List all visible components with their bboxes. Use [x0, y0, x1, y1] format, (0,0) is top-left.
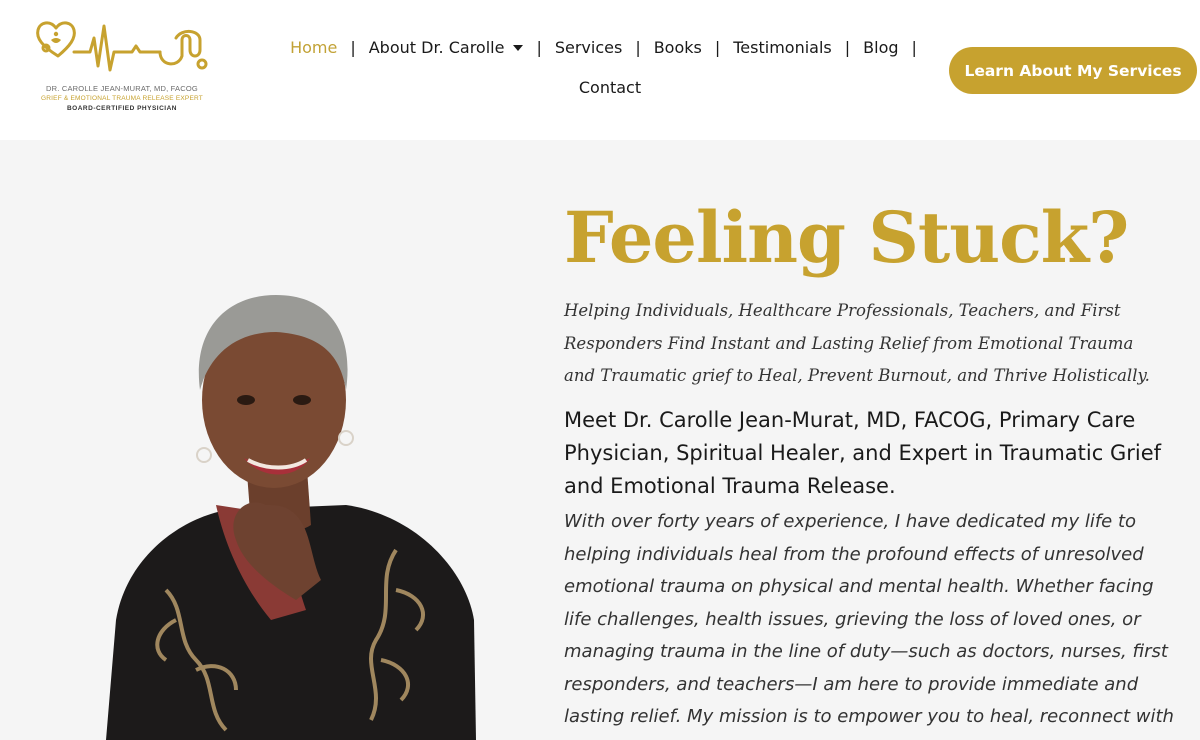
- nav-item-services[interactable]: Services: [555, 38, 622, 57]
- hero-subtitle: Helping Individuals, Healthcare Professi…: [564, 301, 1150, 385]
- nav-row-2: Contact: [290, 78, 930, 97]
- nav-item-contact[interactable]: Contact: [579, 78, 641, 97]
- hero-title: Feeling Stuck?: [564, 196, 1129, 279]
- site-logo[interactable]: DR. CAROLLE JEAN-MURAT, MD, FACOG GRIEF …: [32, 18, 212, 116]
- hero-body-text: With over forty years of experience, I h…: [564, 511, 1174, 727]
- nav-item-blog[interactable]: Blog: [863, 38, 898, 57]
- logo-name-text: DR. CAROLLE JEAN-MURAT, MD, FACOG: [46, 84, 198, 93]
- learn-about-services-button[interactable]: Learn About My Services: [949, 47, 1197, 94]
- logo-tagline-text: GRIEF & EMOTIONAL TRAUMA RELEASE EXPERT: [41, 95, 203, 102]
- nav-item-about[interactable]: About Dr. Carolle: [369, 38, 524, 57]
- caret-down-icon: [513, 44, 524, 51]
- main-navigation: Home | About Dr. Carolle | Services | Bo…: [290, 34, 930, 114]
- logo-credential-text: BOARD-CERTIFIED PHYSICIAN: [66, 105, 177, 112]
- nav-separator: |: [536, 38, 542, 57]
- nav-item-about-label: About Dr. Carolle: [368, 38, 505, 57]
- nav-separator: |: [635, 38, 641, 57]
- nav-row-1: Home | About Dr. Carolle | Services | Bo…: [290, 38, 930, 57]
- nav-item-books[interactable]: Books: [654, 38, 702, 57]
- nav-item-home[interactable]: Home: [290, 38, 337, 57]
- nav-separator: |: [714, 38, 721, 57]
- nav-separator: |: [844, 38, 851, 57]
- nav-item-testimonials[interactable]: Testimonials: [733, 38, 832, 57]
- site-header: DR. CAROLLE JEAN-MURAT, MD, FACOG GRIEF …: [0, 0, 1200, 140]
- nav-separator: |: [911, 38, 917, 57]
- nav-separator: |: [350, 38, 356, 57]
- hero-intro-heading: Meet Dr. Carolle Jean-Murat, MD, FACOG, …: [564, 408, 1162, 498]
- doctor-portrait-image: [106, 295, 476, 740]
- heart-stethoscope-logo-icon: [36, 21, 208, 72]
- hero-section: Feeling Stuck? Helping Individuals, Heal…: [0, 140, 1200, 740]
